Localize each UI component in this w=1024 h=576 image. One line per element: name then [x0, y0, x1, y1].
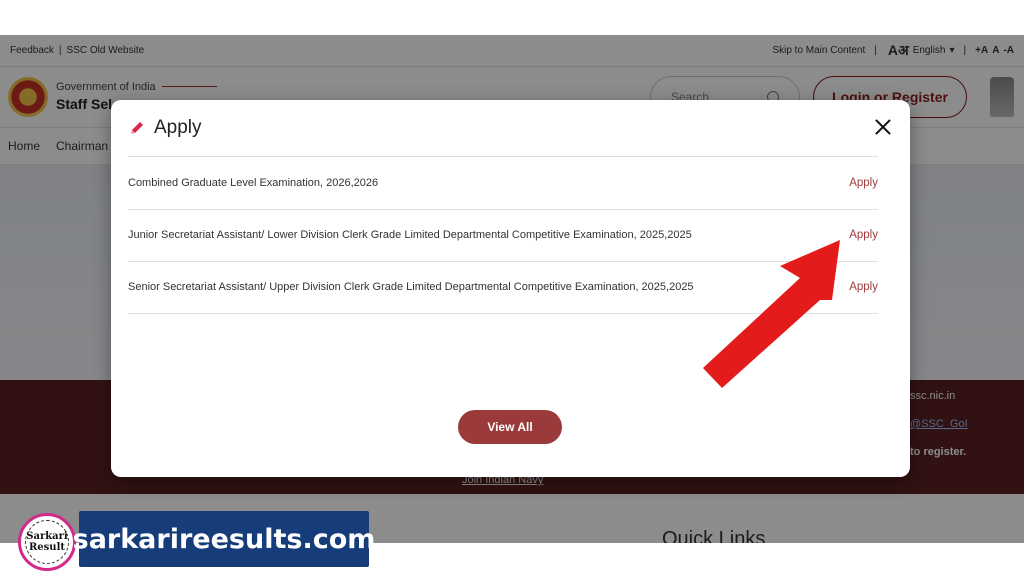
apply-link[interactable]: Apply — [849, 229, 878, 241]
pencil-icon — [131, 122, 143, 134]
list-item: Senior Secretariat Assistant/ Upper Divi… — [128, 261, 878, 314]
watermark-site-name: sarkarireesults.com — [73, 511, 375, 567]
modal-title: Apply — [154, 117, 202, 138]
view-all-button[interactable]: View All — [458, 410, 562, 444]
sarkari-result-logo: Sarkari Result — [18, 513, 76, 571]
exam-name: Combined Graduate Level Examination, 202… — [128, 176, 379, 189]
close-icon[interactable] — [874, 118, 892, 136]
apply-modal: Apply Combined Graduate Level Examinatio… — [111, 100, 910, 477]
list-item: Junior Secretariat Assistant/ Lower Divi… — [128, 208, 878, 262]
list-item: Combined Graduate Level Examination, 202… — [128, 156, 878, 209]
exam-name: Junior Secretariat Assistant/ Lower Divi… — [128, 229, 692, 242]
exam-name: Senior Secretariat Assistant/ Upper Divi… — [128, 281, 694, 294]
exam-list: Combined Graduate Level Examination, 202… — [128, 156, 878, 314]
apply-link[interactable]: Apply — [849, 281, 878, 293]
apply-link[interactable]: Apply — [849, 177, 878, 189]
modal-header: Apply — [111, 100, 910, 156]
